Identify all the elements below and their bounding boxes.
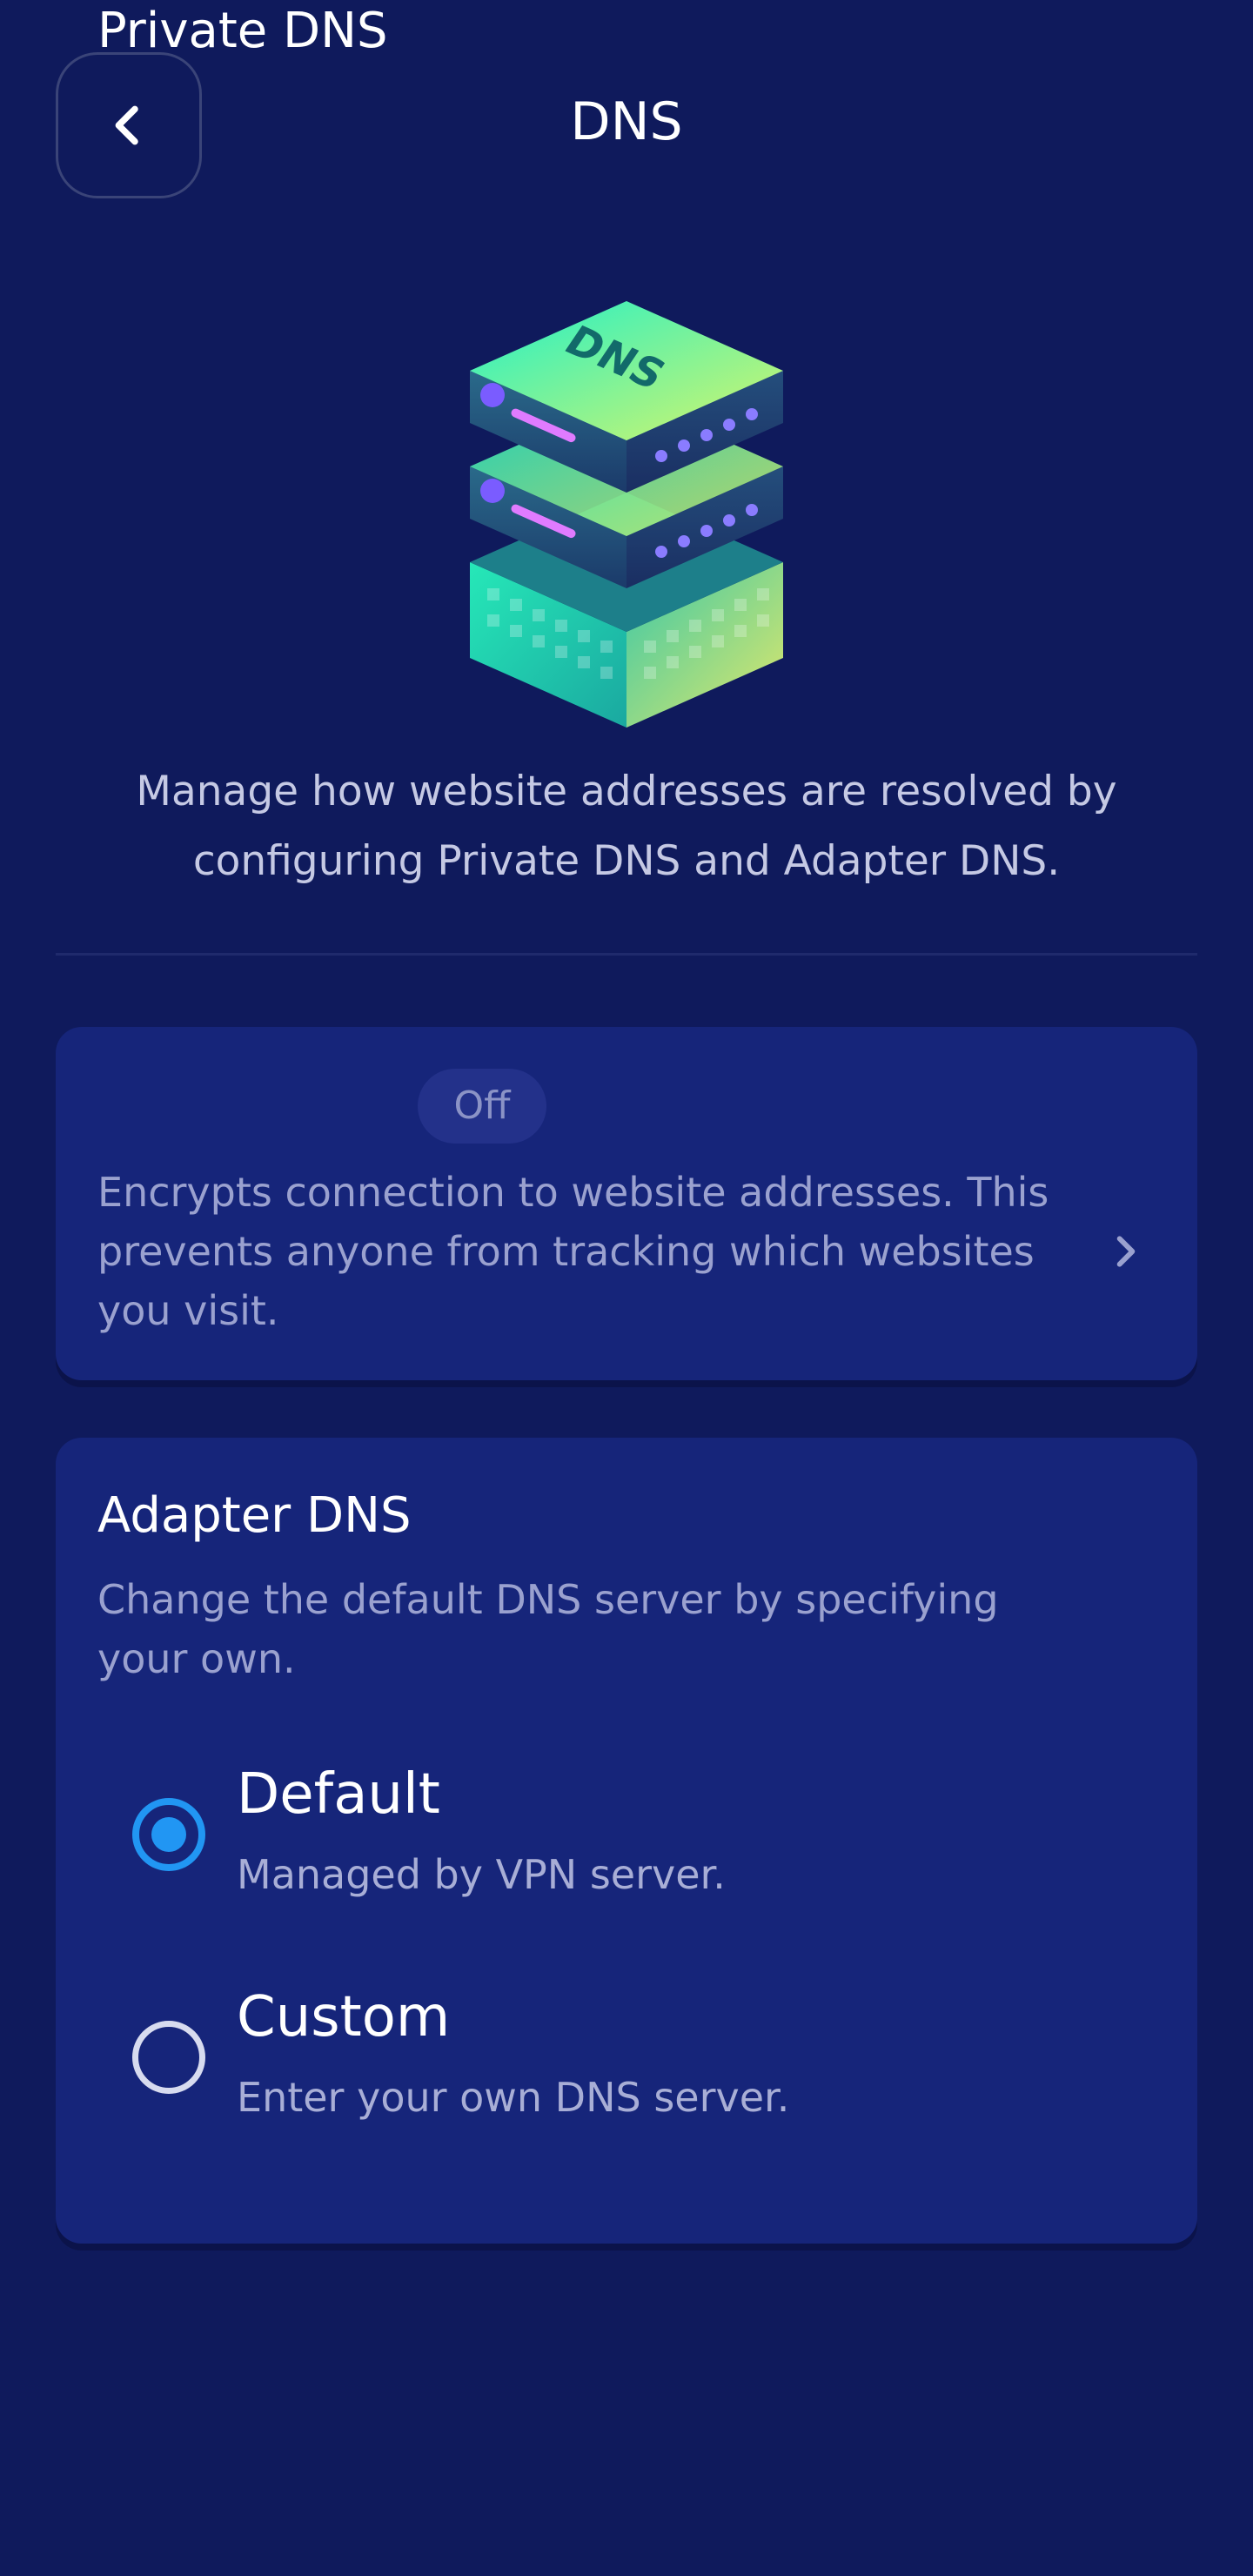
radio-option-custom[interactable]: Custom Enter your own DNS server. <box>122 1972 1166 2146</box>
radio-button-unselected[interactable] <box>132 2021 205 2094</box>
divider <box>56 953 1197 956</box>
dns-server-illustration: DNS <box>461 275 792 736</box>
private-dns-title: Private DNS <box>97 3 388 59</box>
adapter-dns-title: Adapter DNS <box>97 1487 412 1544</box>
radio-option-label: Default <box>237 1762 440 1827</box>
radio-option-label: Custom <box>237 1985 451 2049</box>
page-description: Manage how website addresses are resolve… <box>136 768 1117 885</box>
dns-settings-screen: DNS DNS Manage how website addresses are… <box>0 0 1253 2576</box>
radio-button-selected[interactable] <box>132 1798 205 1871</box>
radio-option-sublabel: Managed by VPN server. <box>237 1851 726 1898</box>
adapter-dns-description: Change the default DNS server by specify… <box>97 1576 999 1682</box>
radio-option-default[interactable]: Default Managed by VPN server. <box>122 1749 1166 1923</box>
private-dns-description: Encrypts connection to website addresses… <box>97 1169 1049 1334</box>
status-badge: Off <box>418 1069 546 1144</box>
chevron-right-icon[interactable] <box>1107 1229 1145 1274</box>
page-title: DNS <box>570 91 683 152</box>
radio-option-sublabel: Enter your own DNS server. <box>237 2074 790 2121</box>
